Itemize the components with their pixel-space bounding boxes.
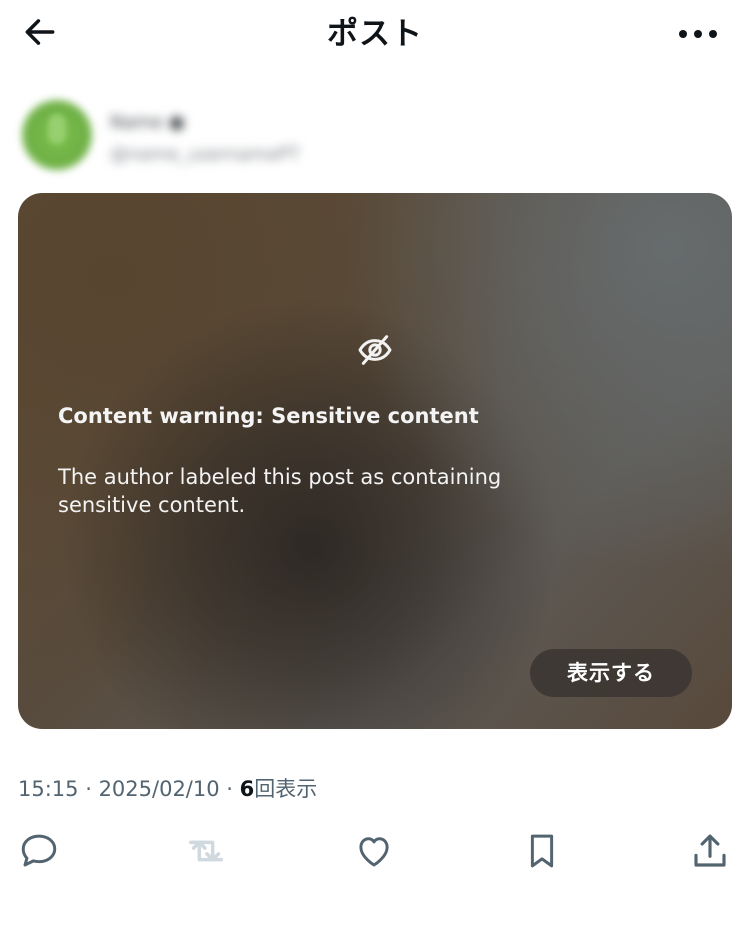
views-count[interactable]: 6: [240, 777, 255, 801]
more-options-button[interactable]: [668, 14, 728, 54]
reply-icon: [18, 830, 60, 876]
media-blur-detail: [253, 543, 323, 598]
post-meta: 15:15 · 2025/02/10 · 6回表示: [18, 774, 317, 804]
page-title: ポスト: [327, 16, 423, 52]
eye-off-icon: [355, 330, 395, 370]
meta-separator: ·: [219, 777, 240, 801]
repost-icon: [183, 828, 229, 878]
post-author[interactable]: Name ● @name_usernamePT: [18, 96, 378, 180]
author-handle[interactable]: @name_usernamePT: [110, 144, 300, 165]
share-button[interactable]: [685, 828, 735, 878]
bookmark-button[interactable]: [517, 828, 567, 878]
content-warning-title: Content warning: Sensitive content: [58, 404, 479, 428]
views-label[interactable]: 回表示: [254, 777, 317, 801]
post-actions: [0, 828, 750, 878]
heart-icon: [353, 830, 395, 876]
like-button[interactable]: [349, 828, 399, 878]
author-name[interactable]: Name ●: [110, 112, 185, 133]
sensitive-media-card: Content warning: Sensitive content The a…: [18, 193, 732, 729]
content-warning-body: The author labeled this post as containi…: [58, 465, 502, 517]
top-bar: ポスト: [0, 0, 750, 70]
more-horizontal-icon: [677, 25, 719, 44]
avatar-mark: [48, 114, 66, 144]
reply-button[interactable]: [14, 828, 64, 878]
bookmark-icon: [521, 830, 563, 876]
meta-separator: ·: [78, 777, 99, 801]
repost-button[interactable]: [181, 828, 231, 878]
post-date: 2025/02/10: [98, 777, 220, 801]
show-content-button[interactable]: 表示する: [530, 649, 692, 697]
post-time: 15:15: [18, 777, 79, 801]
share-icon: [689, 830, 731, 876]
